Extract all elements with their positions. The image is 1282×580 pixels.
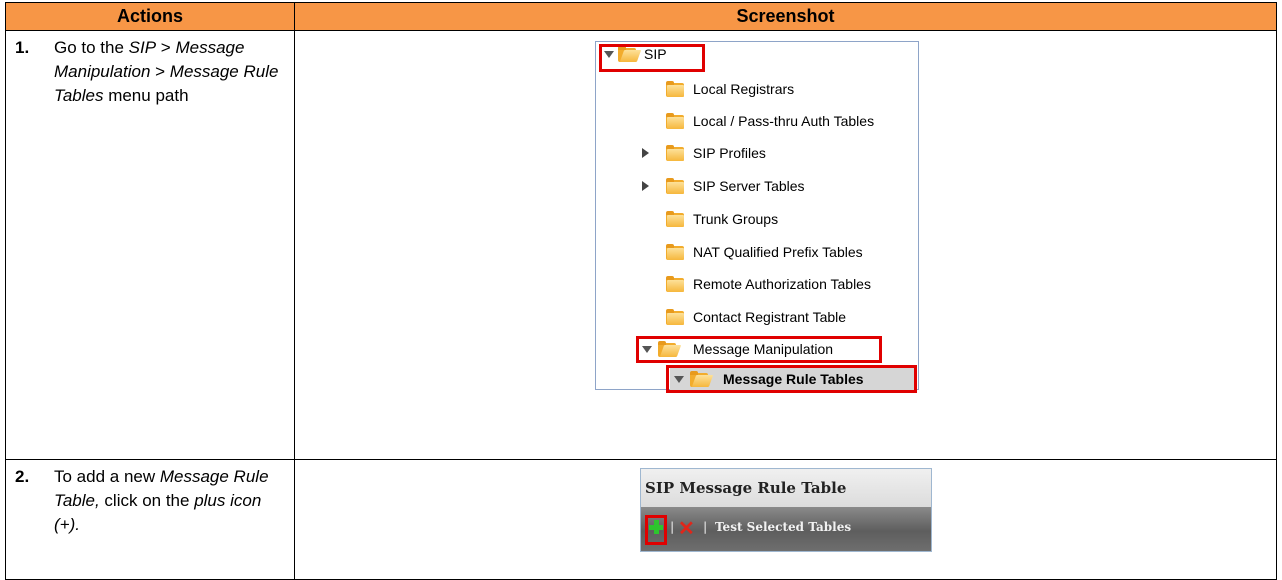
step-number: 2.: [15, 467, 30, 486]
highlight-box: [666, 365, 917, 393]
step-number: 1.: [15, 38, 30, 57]
folder-icon: [666, 81, 686, 97]
step-1-text: Go to the SIP > Message Manipulation > M…: [54, 38, 279, 105]
folder-icon: [666, 145, 686, 161]
sip-message-rule-table-panel: SIP Message Rule Table | ✕ | Test Select…: [640, 468, 932, 552]
folder-icon: [666, 276, 686, 292]
toolbar: | ✕ | Test Selected Tables: [641, 507, 931, 551]
delete-icon[interactable]: ✕: [678, 516, 695, 540]
panel-title: SIP Message Rule Table: [641, 469, 931, 507]
toolbar-separator: |: [670, 520, 675, 534]
folder-icon: [666, 309, 686, 325]
step-2-text: To add a new Message Rule Table, click o…: [54, 467, 269, 534]
test-selected-tables-button[interactable]: Test Selected Tables: [715, 520, 851, 534]
folder-icon: [666, 211, 686, 227]
step-2-screenshot: SIP Message Rule Table | ✕ | Test Select…: [294, 459, 1277, 580]
toolbar-separator: |: [703, 520, 708, 534]
highlight-box: [645, 515, 667, 545]
screenshot-header: Screenshot: [294, 2, 1277, 31]
step-2-actions: 2. To add a new Message Rule Table, clic…: [5, 459, 295, 580]
collapsed-arrow-icon[interactable]: [642, 148, 649, 158]
actions-header: Actions: [5, 2, 295, 31]
step-1-actions: 1. Go to the SIP > Message Manipulation …: [5, 30, 295, 460]
step-row-2: 2. To add a new Message Rule Table, clic…: [5, 459, 1277, 580]
folder-icon: [666, 244, 686, 260]
highlight-box: [636, 336, 882, 363]
collapsed-arrow-icon[interactable]: [642, 181, 649, 191]
folder-icon: [666, 178, 686, 194]
instruction-table: Actions Screenshot 1. Go to the SIP > Me…: [5, 2, 1277, 580]
step-row-1: 1. Go to the SIP > Message Manipulation …: [5, 30, 1277, 460]
folder-icon: [666, 113, 686, 129]
highlight-box: [599, 44, 705, 72]
navigation-tree: SIP Local Registrars Local / Pass-thru A…: [595, 41, 919, 393]
header-row: Actions Screenshot: [5, 2, 1277, 31]
step-1-screenshot: SIP Local Registrars Local / Pass-thru A…: [294, 30, 1277, 460]
